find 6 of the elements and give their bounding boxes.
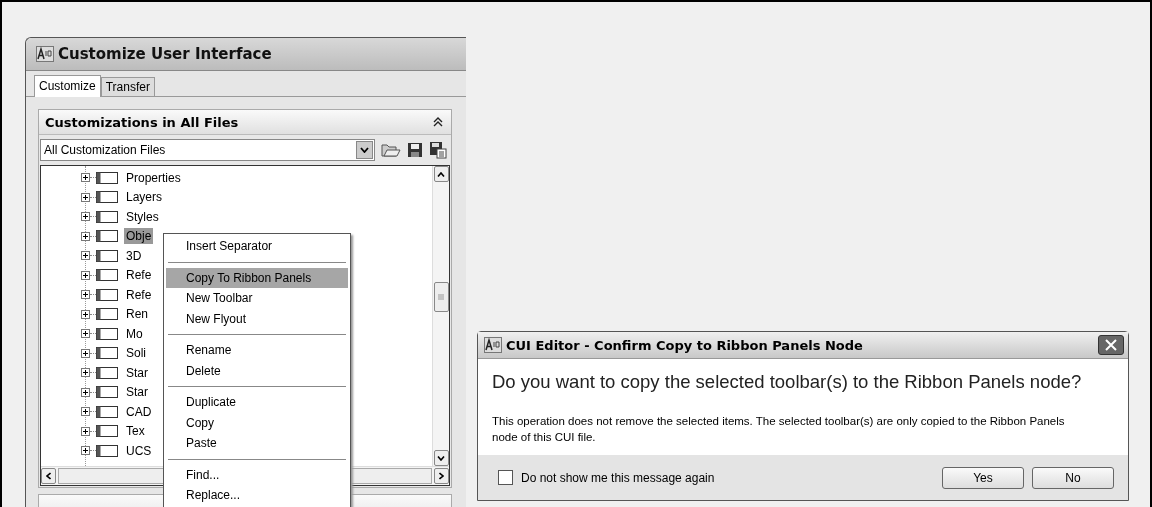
question-text: Do you want to copy the selected toolbar(s) to the Ribbon Panels node?	[492, 371, 1083, 393]
panel-title: Customizations in All Files	[45, 114, 239, 130]
dialog-title: CUI Editor - Confirm Copy to Ribbon Panels Node	[506, 337, 864, 353]
window-title: Customize User Interface	[58, 45, 272, 63]
message-text: This operation does not remove the selected items. The selected toolbar(s) are only copied to the Ribbon Panels node of this CUI file.	[492, 414, 1066, 445]
checkbox-label: Do not show me this message again	[521, 470, 715, 485]
